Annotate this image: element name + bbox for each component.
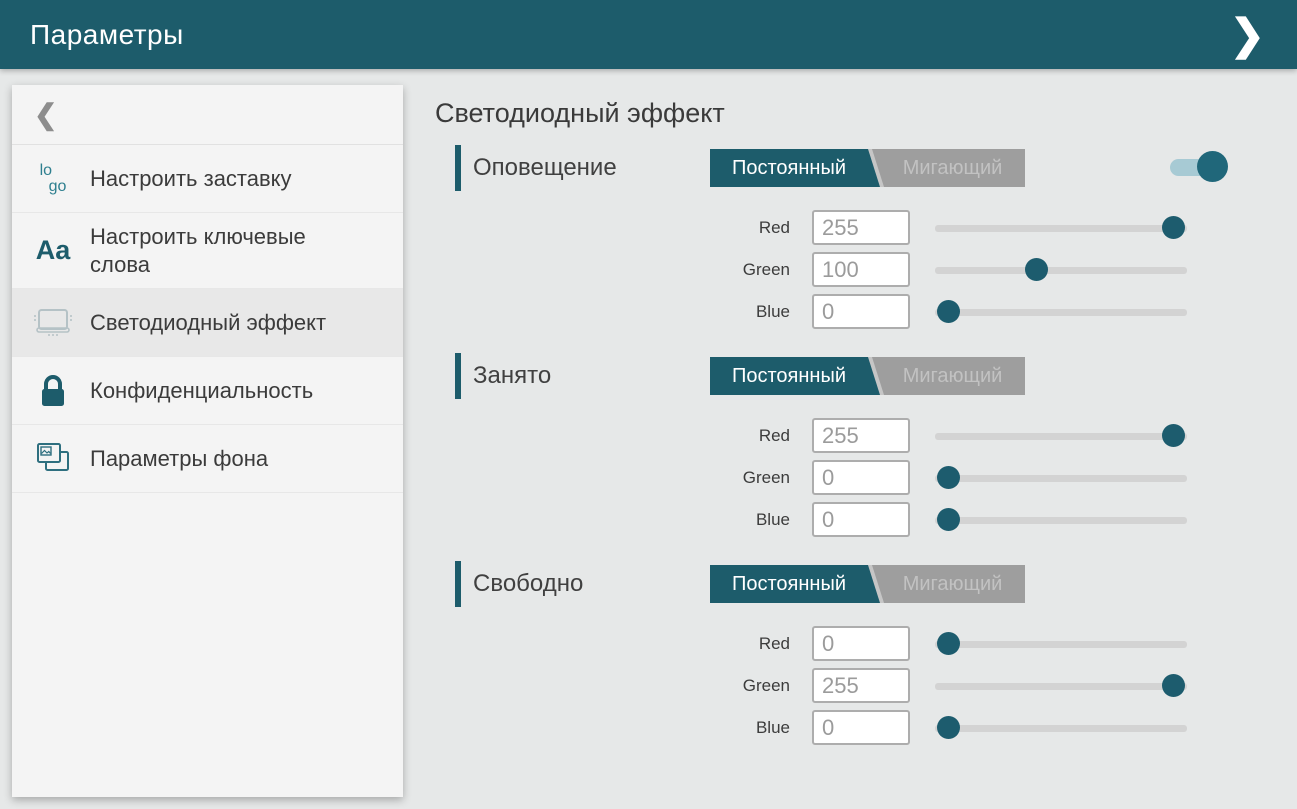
green-label: Green xyxy=(435,260,790,280)
blue-channel-row: Blue xyxy=(435,499,1297,541)
slider-thumb[interactable] xyxy=(1025,258,1048,281)
mode-blinking-button[interactable]: Мигающий xyxy=(880,149,1025,187)
slider-thumb[interactable] xyxy=(937,716,960,739)
app-header: Параметры ❯ xyxy=(0,0,1297,69)
chevron-left-icon: ❮ xyxy=(34,101,57,129)
mode-blinking-button[interactable]: Мигающий xyxy=(880,357,1025,395)
section-title: Занято xyxy=(473,362,551,390)
sidebar-item-screensaver[interactable]: logo Настроить заставку xyxy=(12,145,403,213)
slider-track xyxy=(935,517,1187,524)
green-value-input[interactable] xyxy=(812,252,910,287)
green-value-input[interactable] xyxy=(812,460,910,495)
mode-constant-button[interactable]: Постоянный xyxy=(710,149,868,187)
blue-value-input[interactable] xyxy=(812,502,910,537)
green-label: Green xyxy=(435,468,790,488)
slider-track xyxy=(935,683,1187,690)
slider-track xyxy=(935,309,1187,316)
red-value-input[interactable] xyxy=(812,210,910,245)
blue-slider[interactable] xyxy=(935,507,1187,533)
blue-label: Blue xyxy=(435,510,790,530)
green-slider[interactable] xyxy=(935,673,1187,699)
red-slider[interactable] xyxy=(935,423,1187,449)
red-slider[interactable] xyxy=(935,631,1187,657)
red-channel-row: Red xyxy=(435,415,1297,457)
slider-thumb[interactable] xyxy=(937,632,960,655)
mode-segmented-control: Постоянный Мигающий xyxy=(710,149,1025,187)
section-busy: Занято Постоянный Мигающий Red Green xyxy=(435,353,1297,541)
accent-bar xyxy=(455,145,461,191)
switch-knob xyxy=(1197,151,1228,182)
mode-constant-button[interactable]: Постоянный xyxy=(710,565,868,603)
slider-track xyxy=(935,225,1187,232)
sidebar-item-label: Светодиодный эффект xyxy=(76,309,326,337)
section-notification: Оповещение Постоянный Мигающий Red Green xyxy=(435,145,1297,333)
red-channel-row: Red xyxy=(435,207,1297,249)
sidebar-item-label: Настроить ключевые слова xyxy=(76,223,331,278)
red-label: Red xyxy=(435,218,790,238)
green-label: Green xyxy=(435,676,790,696)
blue-label: Blue xyxy=(435,718,790,738)
slider-track xyxy=(935,267,1187,274)
blue-value-input[interactable] xyxy=(812,294,910,329)
green-channel-row: Green xyxy=(435,249,1297,291)
led-screen-icon xyxy=(30,306,76,340)
mode-constant-button[interactable]: Постоянный xyxy=(710,357,868,395)
red-channel-row: Red xyxy=(435,623,1297,665)
slider-track xyxy=(935,433,1187,440)
green-value-input[interactable] xyxy=(812,668,910,703)
green-slider[interactable] xyxy=(935,257,1187,283)
red-slider[interactable] xyxy=(935,215,1187,241)
sidebar-item-label: Настроить заставку xyxy=(76,165,292,193)
blue-label: Blue xyxy=(435,302,790,322)
section-free: Свободно Постоянный Мигающий Red Green xyxy=(435,561,1297,749)
green-slider[interactable] xyxy=(935,465,1187,491)
slider-thumb[interactable] xyxy=(937,300,960,323)
slider-thumb[interactable] xyxy=(1162,424,1185,447)
logo-icon: logo xyxy=(30,163,76,193)
notification-toggle-switch[interactable] xyxy=(1170,151,1228,183)
red-label: Red xyxy=(435,634,790,654)
slider-track xyxy=(935,725,1187,732)
green-channel-row: Green xyxy=(435,457,1297,499)
section-title: Оповещение xyxy=(473,154,617,182)
sidebar-item-label: Конфиденциальность xyxy=(76,377,313,405)
green-channel-row: Green xyxy=(435,665,1297,707)
sidebar-back-button[interactable]: ❮ xyxy=(12,85,403,145)
accent-bar xyxy=(455,561,461,607)
red-label: Red xyxy=(435,426,790,446)
mode-blinking-button[interactable]: Мигающий xyxy=(880,565,1025,603)
background-images-icon xyxy=(30,440,76,478)
lock-icon xyxy=(30,373,76,409)
blue-slider[interactable] xyxy=(935,715,1187,741)
slider-thumb[interactable] xyxy=(1162,216,1185,239)
slider-track xyxy=(935,475,1187,482)
section-title: Свободно xyxy=(473,570,583,598)
slider-thumb[interactable] xyxy=(937,466,960,489)
slider-thumb[interactable] xyxy=(937,508,960,531)
page-title: Параметры xyxy=(30,19,184,51)
blue-channel-row: Blue xyxy=(435,291,1297,333)
red-value-input[interactable] xyxy=(812,418,910,453)
slider-thumb[interactable] xyxy=(1162,674,1185,697)
accent-bar xyxy=(455,353,461,399)
sidebar-item-keywords[interactable]: Aa Настроить ключевые слова xyxy=(12,213,403,289)
sidebar-item-background[interactable]: Параметры фона xyxy=(12,425,403,493)
letters-icon: Aa xyxy=(30,237,76,264)
chevron-right-icon[interactable]: ❯ xyxy=(1224,12,1271,58)
blue-slider[interactable] xyxy=(935,299,1187,325)
led-effect-panel: Светодиодный эффект Оповещение Постоянны… xyxy=(435,98,1297,769)
red-value-input[interactable] xyxy=(812,626,910,661)
sidebar-item-label: Параметры фона xyxy=(76,445,268,473)
sidebar-item-privacy[interactable]: Конфиденциальность xyxy=(12,357,403,425)
panel-title: Светодиодный эффект xyxy=(435,98,1297,129)
mode-segmented-control: Постоянный Мигающий xyxy=(710,565,1025,603)
mode-segmented-control: Постоянный Мигающий xyxy=(710,357,1025,395)
sidebar-item-led-effect[interactable]: Светодиодный эффект xyxy=(12,289,403,357)
blue-channel-row: Blue xyxy=(435,707,1297,749)
settings-sidebar: ❮ logo Настроить заставку Aa Настроить к… xyxy=(12,85,403,797)
blue-value-input[interactable] xyxy=(812,710,910,745)
slider-track xyxy=(935,641,1187,648)
